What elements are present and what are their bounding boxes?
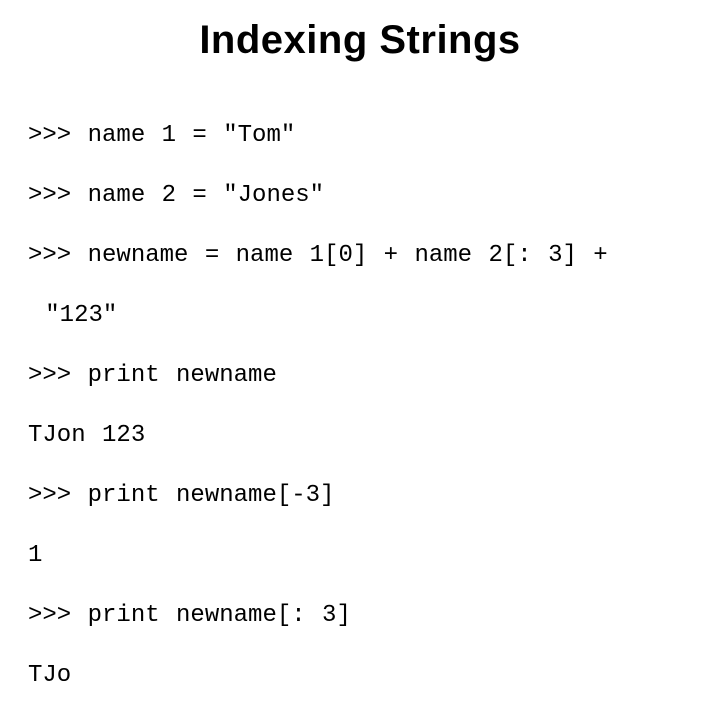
code-output: TJon 123 bbox=[28, 421, 692, 451]
code-line: >>> print newname bbox=[28, 361, 692, 391]
code-line: >>> newname = name 1[0] + name 2[: 3] + bbox=[28, 241, 692, 271]
code-output: TJo bbox=[28, 661, 692, 691]
code-line: >>> name 2 = "Jones" bbox=[28, 181, 692, 211]
code-line-continuation: "123" bbox=[28, 301, 692, 331]
code-line: >>> name 1 = "Tom" bbox=[28, 121, 692, 151]
code-line: >>> print newname[: 3] bbox=[28, 601, 692, 631]
slide-title: Indexing Strings bbox=[28, 18, 692, 63]
code-output: 1 bbox=[28, 541, 692, 571]
code-line: >>> print newname[-3] bbox=[28, 481, 692, 511]
code-block: >>> name 1 = "Tom" >>> name 2 = "Jones" … bbox=[28, 91, 692, 721]
